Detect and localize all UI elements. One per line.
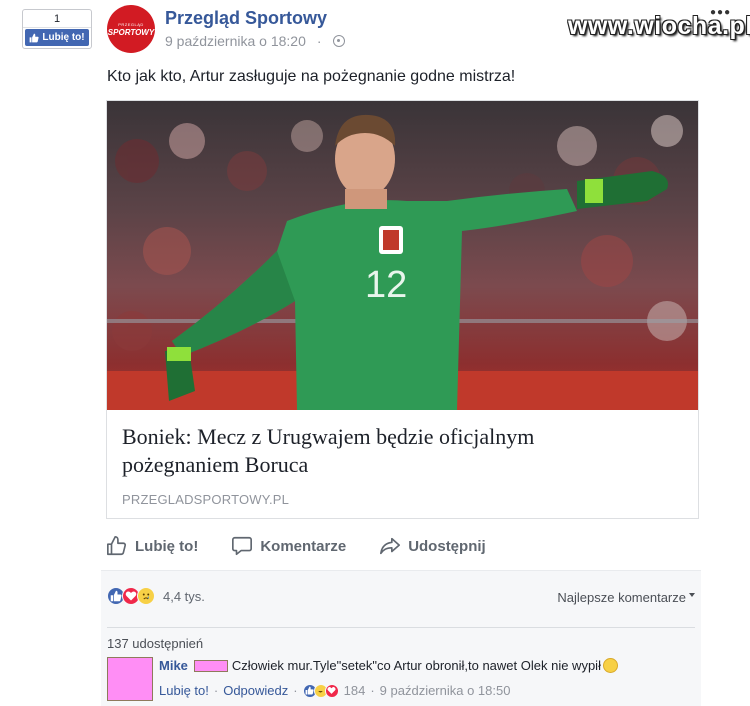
speech-bubble-icon (232, 536, 253, 556)
comment-like-link[interactable]: Lubię to! (159, 683, 209, 698)
globe-icon[interactable] (332, 35, 345, 47)
share-action-label: Udostępnij (408, 537, 486, 555)
reactions-summary[interactable]: 4,4 tys. (107, 587, 205, 605)
commenter-avatar-redacted[interactable] (107, 657, 153, 701)
article-title[interactable]: Boniek: Mecz z Urugwajem będzie oficjaln… (122, 423, 602, 479)
like-box-button[interactable]: Lubię to! (25, 29, 89, 46)
share-count[interactable]: 137 udostępnień (107, 636, 203, 651)
comment-body: Mike Człowiek mur.Tyle"setek"co Artur ob… (159, 658, 618, 673)
article-photo[interactable]: 12 (107, 101, 698, 410)
reaction-count[interactable]: 4,4 tys. (163, 589, 205, 604)
comment-sort-label: Najlepsze komentarze (557, 590, 686, 605)
like-action-button[interactable]: Lubię to! (106, 535, 198, 557)
comment-author[interactable]: Mike (159, 658, 188, 673)
post-actions: Lubię to! Komentarze Udostępnij (106, 532, 699, 560)
jersey-number-text: 12 (365, 264, 407, 306)
comment-action-button[interactable]: Komentarze (231, 535, 346, 557)
like-box-button-label: Lubię to! (42, 32, 85, 43)
comment-action-label: Komentarze (260, 537, 347, 555)
post-meta: 9 października o 18:20 · (165, 33, 345, 49)
page-name[interactable]: Przegląd Sportowy (165, 8, 327, 29)
jersey-number: 12 (365, 264, 407, 306)
comments-section: 4,4 tys. Najlepsze komentarze 137 udostę… (101, 570, 701, 706)
post-timestamp[interactable]: 9 października o 18:20 (165, 33, 306, 49)
thumbs-up-outline-icon (107, 536, 127, 556)
mini-love-icon (324, 683, 339, 698)
comment-meta: Lubię to! · Odpowiedz · 184 · 9 paździer… (159, 683, 511, 698)
avatar-subtext: PRZEGLĄD (118, 21, 144, 27)
divider (107, 627, 695, 628)
share-action-button[interactable]: Udostępnij (379, 535, 486, 557)
redacted-name-block (193, 659, 228, 672)
share-arrow-icon (380, 537, 401, 555)
link-preview[interactable]: 12 Boniek: Mecz z Urugwajem będzie oficj… (106, 100, 699, 519)
page-avatar[interactable]: PRZEGLĄD SPORTOWY (107, 5, 155, 53)
caret-down-icon (689, 592, 695, 597)
like-box: 1 Lubię to! (22, 9, 92, 49)
like-action-label: Lubię to! (135, 537, 199, 555)
post-text: Kto jak kto, Artur zasługuje na pożegnan… (107, 68, 516, 85)
like-count: 1 (23, 10, 91, 28)
comment-timestamp[interactable]: 9 października o 18:50 (380, 683, 511, 698)
sad-reaction-icon (137, 587, 155, 605)
comment-reply-link[interactable]: Odpowiedz (223, 683, 288, 698)
comment-reaction-count[interactable]: 184 (344, 683, 366, 698)
avatar-logo-text: SPORTOWY (107, 27, 155, 37)
site-watermark: www.wiocha.pl (568, 12, 750, 40)
comment-sort-dropdown[interactable]: Najlepsze komentarze (557, 590, 695, 605)
article-domain: PRZEGLADSPORTOWY.PL (122, 492, 290, 507)
laughing-emoji-icon (602, 658, 618, 673)
thumbs-up-icon (30, 33, 39, 42)
comment-text: Człowiek mur.Tyle"setek"co Artur obronił… (231, 658, 601, 673)
